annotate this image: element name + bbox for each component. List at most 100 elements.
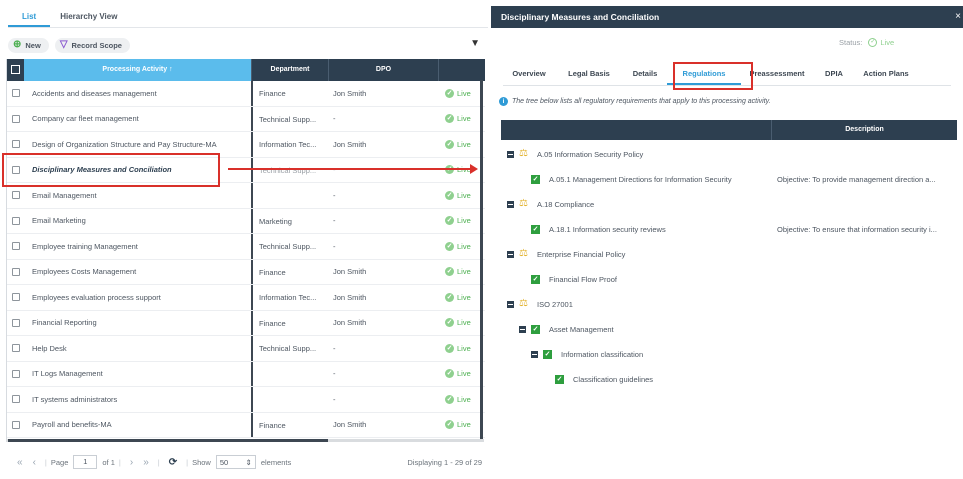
row-checkbox[interactable] [7,369,24,378]
table-row[interactable]: Email Marketing Marketing - ✓ Live [7,208,485,234]
tree-node[interactable]: ⚖ A.18 Compliance [501,192,957,217]
row-department: Finance [251,310,329,335]
table-row[interactable]: Employee training Management Technical S… [7,234,485,260]
row-checkbox[interactable] [7,267,24,276]
row-checkbox[interactable] [7,420,24,429]
collapse-icon[interactable] [507,201,514,208]
tab-action-plans[interactable]: Action Plans [855,64,917,85]
first-page-icon[interactable]: « [17,457,23,468]
table-row[interactable]: Help Desk Technical Supp... - ✓ Live [7,336,485,362]
horizontal-scrollbar[interactable] [6,439,484,442]
row-activity: Employees Costs Management [32,267,137,277]
tree-node[interactable]: ✓ Classification guidelines [501,367,957,392]
page-size-select[interactable]: 50 ⇕ [215,455,256,469]
scale-icon: ⚖ [519,298,528,309]
check-circle-icon: ✓ [445,139,454,149]
vertical-scrollbar[interactable] [480,80,483,440]
column-header-department[interactable]: Department [251,59,328,81]
tab-details[interactable]: Details [623,64,667,85]
check-circle-icon: ✓ [445,267,454,277]
column-header-activity[interactable]: Processing Activity ↑ [24,59,251,81]
checkbox-checked-icon[interactable]: ✓ [531,175,540,184]
row-checkbox[interactable] [7,395,24,404]
tree-node[interactable]: ✓ Asset Management [501,317,957,342]
row-department: Finance [251,81,329,106]
row-checkbox[interactable] [7,344,24,353]
check-circle-icon: ✓ [445,318,454,328]
table-row[interactable]: Company car fleet management Technical S… [7,106,485,132]
row-department: Technical Supp... [251,234,329,259]
table-header: Processing Activity ↑ Department DPO [7,59,485,81]
tree-node[interactable]: ✓ A.18.1 Information security reviews Ob… [501,217,957,242]
row-activity: IT Logs Management [32,369,103,379]
table-row[interactable]: Payroll and benefits-MA Finance Jon Smit… [7,412,485,438]
collapse-icon[interactable] [507,301,514,308]
checkbox-checked-icon[interactable]: ✓ [531,325,540,334]
tree-node[interactable]: ⚖ A.05 Information Security Policy [501,142,957,167]
table-row[interactable]: IT systems administrators - ✓ Live [7,387,485,413]
check-circle-icon: ✓ [445,394,454,404]
info-message: i The tree below lists all regulatory re… [499,97,771,106]
next-page-icon[interactable]: › [130,457,133,468]
funnel-icon: ▽ [59,39,68,50]
filter-icon[interactable]: ▼ [470,38,480,49]
tab-overview[interactable]: Overview [503,64,555,85]
row-dpo: - [333,241,336,251]
plus-circle-icon: ⊕ [13,39,22,50]
checkbox-checked-icon[interactable]: ✓ [531,225,540,234]
tree-node[interactable]: ✓ A.05.1 Management Directions for Infor… [501,167,957,192]
check-circle-icon: ✓ [445,216,454,226]
row-checkbox[interactable] [7,242,24,251]
tree-node[interactable]: ⚖ ISO 27001 [501,292,957,317]
tab-hierarchy-view[interactable]: Hierarchy View [50,6,127,27]
stepper-icon: ⇕ [245,457,252,467]
collapse-icon[interactable] [507,151,514,158]
record-scope-button[interactable]: ▽ Record Scope [54,37,130,53]
row-dpo: Jon Smith [333,139,367,149]
row-checkbox[interactable] [7,216,24,225]
check-circle-icon: ✓ [445,190,454,200]
row-checkbox[interactable] [7,89,24,98]
checkbox-checked-icon[interactable]: ✓ [555,375,564,384]
row-department: Marketing [251,208,329,233]
row-department: Finance [251,259,329,284]
page-input[interactable]: 1 [73,455,98,469]
check-circle-icon: ✓ [445,241,454,251]
sort-asc-icon: ↑ [169,66,173,73]
row-department: Technical Supp... [251,336,329,361]
column-header-dpo[interactable]: DPO [328,59,438,81]
table-row[interactable]: Employees Costs Management Finance Jon S… [7,259,485,285]
close-icon[interactable]: × [955,6,961,28]
last-page-icon[interactable]: » [143,457,149,468]
row-checkbox[interactable] [7,191,24,200]
row-dpo: - [333,343,336,353]
prev-page-icon[interactable]: ‹ [33,457,36,468]
record-scope-label: Record Scope [71,40,122,50]
row-checkbox[interactable] [7,140,24,149]
table-row[interactable]: Employees evaluation process support Inf… [7,285,485,311]
refresh-icon[interactable]: ⟳ [169,457,177,468]
tab-list[interactable]: List [8,6,51,27]
table-row[interactable]: IT Logs Management - ✓ Live [7,361,485,387]
new-button[interactable]: ⊕ New [8,37,49,53]
table-row[interactable]: Financial Reporting Finance Jon Smith ✓ L… [7,310,485,336]
tree-node[interactable]: ✓ Financial Flow Proof [501,267,957,292]
checkbox-checked-icon[interactable]: ✓ [531,275,540,284]
tree-node[interactable]: ✓ Information classification [501,342,957,367]
table-row[interactable]: Accidents and diseases management Financ… [7,81,485,107]
row-checkbox[interactable] [7,293,24,302]
collapse-icon[interactable] [531,351,538,358]
select-all-checkbox[interactable] [7,59,24,81]
row-checkbox[interactable] [7,318,24,327]
tree-node[interactable]: ⚖ Enterprise Financial Policy [501,242,957,267]
status-value: Live [880,38,895,47]
collapse-icon[interactable] [519,326,526,333]
collapse-icon[interactable] [507,251,514,258]
tab-legal-basis[interactable]: Legal Basis [555,64,623,85]
row-checkbox[interactable] [7,114,24,123]
checkbox-checked-icon[interactable]: ✓ [543,350,552,359]
row-activity: Company car fleet management [32,114,139,124]
node-description: Objective: To ensure that information se… [777,225,937,234]
row-dpo: Jon Smith [333,318,367,328]
tab-dpia[interactable]: DPIA [813,64,855,85]
